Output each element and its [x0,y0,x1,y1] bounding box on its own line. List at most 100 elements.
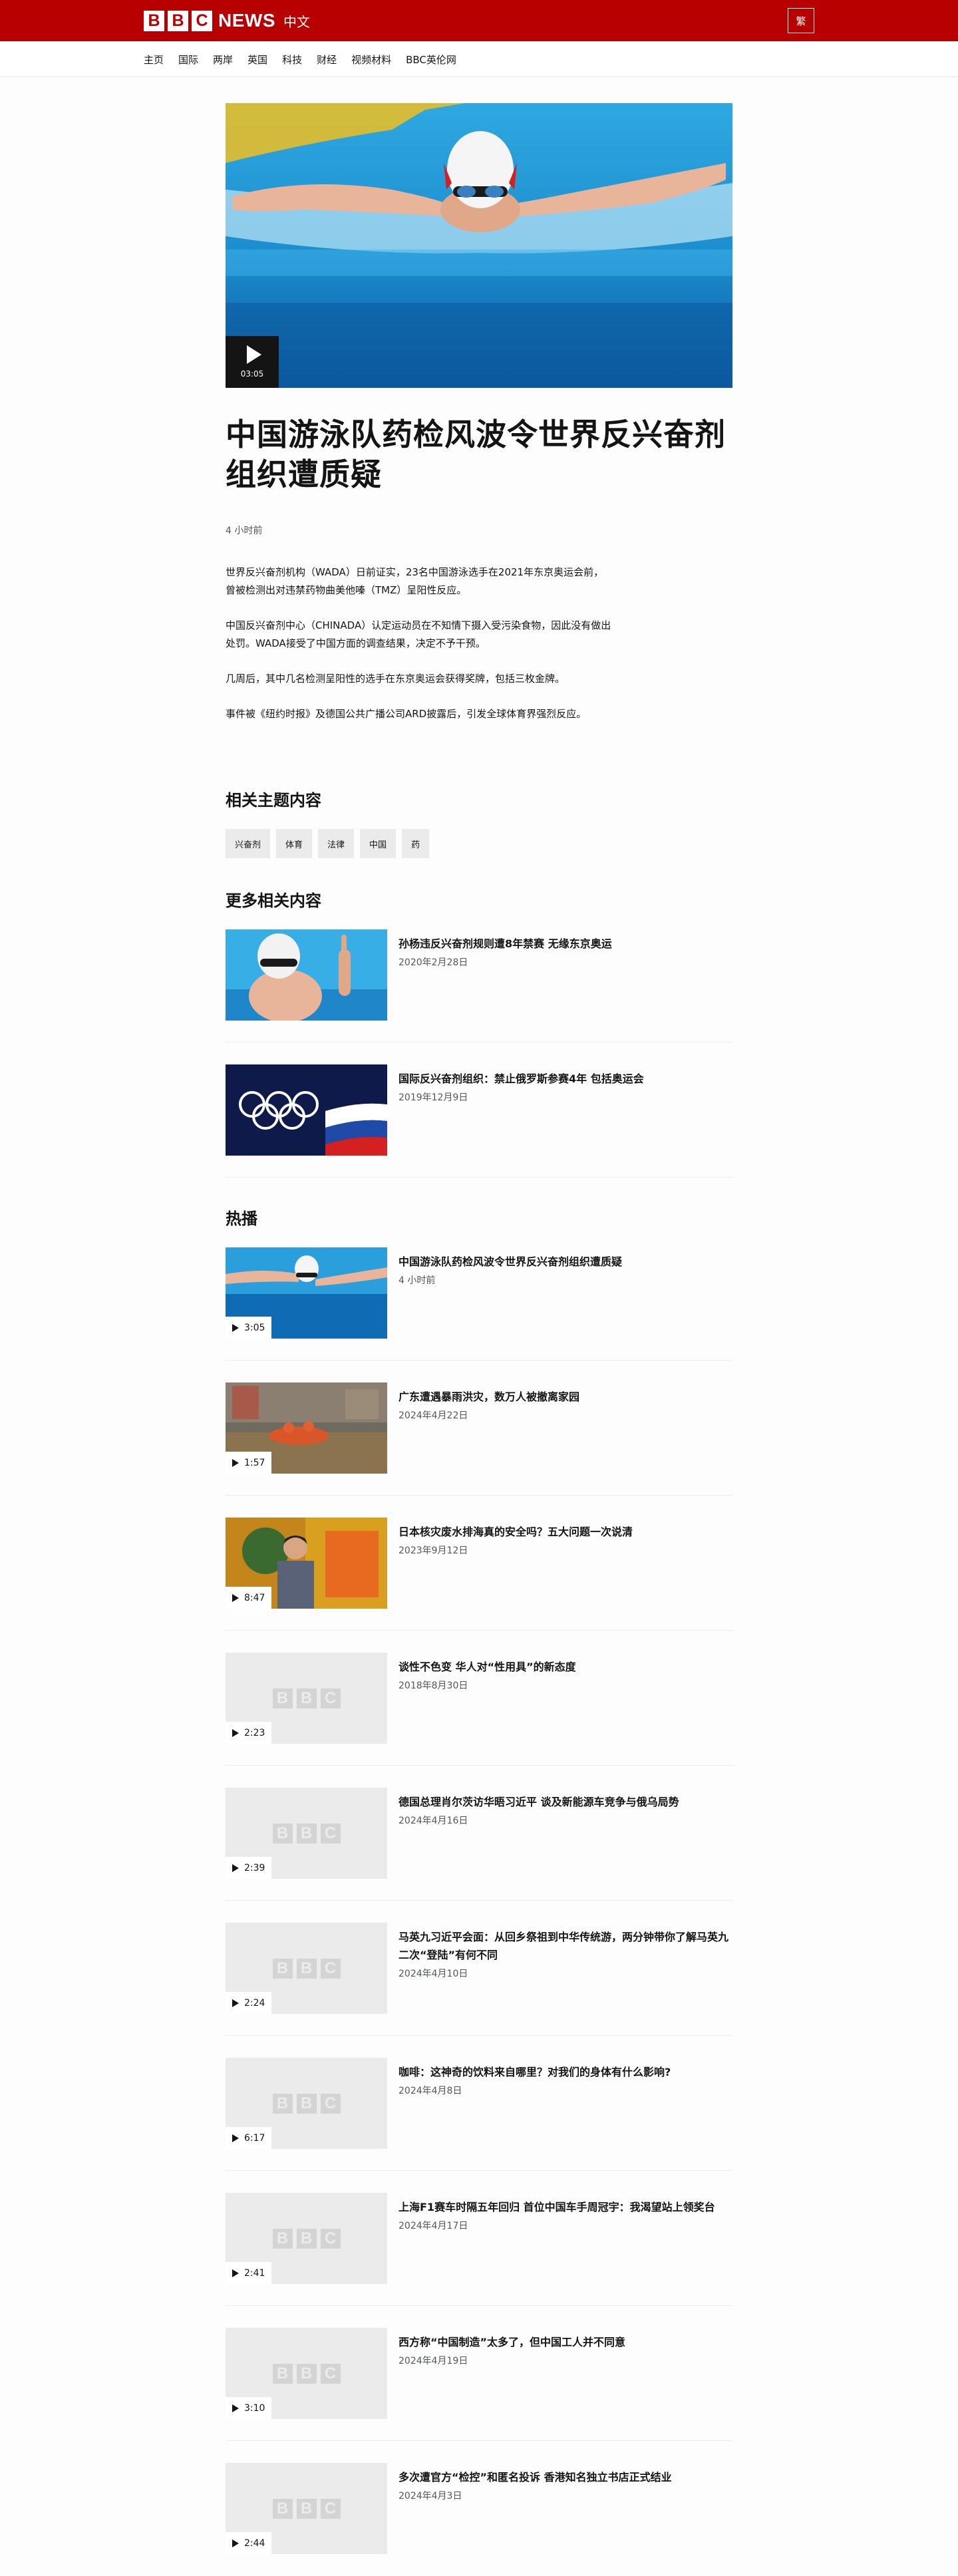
topic-tag-doping[interactable]: 兴奋剂 [226,829,271,858]
video-duration-badge: 1:57 [226,1452,272,1474]
list-item-title[interactable]: 上海F1赛车时隔五年回归 首位中国车手周冠宇：我渴望站上领奖台 [399,2198,731,2216]
more-related-title: 更多相关内容 [226,891,321,910]
list-item[interactable]: 3:05 中国游泳队药检风波令世界反兴奋剂组织遭质疑 4 小时前 [226,1247,732,1361]
list-item[interactable]: BBC 2:23 谈性不色变 华人对“性用具”的新态度 2018年8月30日 [226,1653,732,1766]
placeholder-logo-letter: B [296,1958,317,1979]
video-duration-badge: 8:47 [226,1587,272,1609]
video-duration: 2:24 [244,1997,265,2009]
video-duration-badge: 3:10 [226,2397,272,2419]
video-duration: 2:41 [244,2267,265,2279]
video-duration-badge: 6:17 [226,2127,272,2149]
list-item-title[interactable]: 谈性不色变 华人对“性用具”的新态度 [399,1658,731,1676]
logo-language-text: 中文 [283,13,310,30]
topic-tag-sports[interactable]: 体育 [276,829,313,858]
placeholder-logo-letter: B [272,1823,293,1844]
play-icon [232,1323,239,1332]
olympic-rings-flag-image [226,1064,387,1156]
video-thumbnail: 8:47 [226,1518,387,1609]
video-thumbnail: BBC 3:10 [226,2328,387,2419]
video-thumbnail: BBC 2:39 [226,1788,387,1879]
list-item[interactable]: BBC 2:41 上海F1赛车时隔五年回归 首位中国车手周冠宇：我渴望站上领奖台… [226,2193,732,2306]
bbc-news-logo[interactable]: B B C NEWS 中文 [144,10,310,31]
list-item-title[interactable]: 中国游泳队药检风波令世界反兴奋剂组织遭质疑 [399,1253,731,1271]
list-item-title[interactable]: 咖啡：这神奇的饮料来自哪里？对我们的身体有什么影响? [399,2063,731,2081]
list-item-date: 2020年2月28日 [399,957,468,968]
list-item-title[interactable]: 多次遭官方“检控”和匿名投诉 香港知名独立书店正式结业 [399,2468,731,2486]
more-related-list: 孙杨违反兴奋剂规则遭8年禁赛 无缘东京奥运 2020年2月28日 国际反兴奋剂组… [226,929,732,1178]
list-item-title[interactable]: 马英九习近平会面：从回乡祭祖到中华传统游，两分钟带你了解马英九二次“登陆”有何不… [399,1928,731,1964]
list-item[interactable]: BBC 3:10 西方称“中国制造”太多了，但中国工人并不同意 2024年4月1… [226,2328,732,2441]
placeholder-logo-letter: C [320,1688,341,1708]
list-item[interactable]: 1:57 广东遭遇暴雨洪灾，数万人被撤离家园 2024年4月22日 [226,1382,732,1496]
play-icon [232,1458,239,1467]
main-navigation: 主页 国际 两岸 英国 科技 财经 视频材料 BBC英伦网 [0,41,958,77]
hero-video-player[interactable]: 03:05 [226,103,732,388]
list-item[interactable]: BBC 2:24 马英九习近平会面：从回乡祭祖到中华传统游，两分钟带你了解马英九… [226,1923,732,2036]
placeholder-logo-letter: C [320,2363,341,2384]
related-topics-title: 相关主题内容 [226,791,321,810]
list-item-date: 2024年4月19日 [399,2356,468,2366]
placeholder-logo-letter: B [296,2093,317,2114]
nav-item-home[interactable]: 主页 [144,53,164,67]
list-item-date: 2024年4月10日 [399,1969,468,1979]
nav-item-technology[interactable]: 科技 [282,53,302,67]
nav-item-uk[interactable]: 英国 [247,53,267,67]
play-icon [232,2404,239,2412]
nav-item-bbc-uk-china[interactable]: BBC英伦网 [406,53,456,67]
video-duration: 03:05 [240,369,264,379]
nav-item-video[interactable]: 视频材料 [351,53,391,67]
list-item[interactable]: 国际反兴奋剂组织：禁止俄罗斯参赛4年 包括奥运会 2019年12月9日 [226,1064,732,1178]
topic-tags: 兴奋剂 体育 法律 中国 药 [226,829,732,858]
placeholder-logo-letter: B [272,1688,293,1708]
article-headline: 中国游泳队药检风波令世界反兴奋剂组织遭质疑 [226,416,726,492]
list-item[interactable]: BBC 2:39 德国总理肖尔茨访华晤习近平 谈及新能源车竞争与俄乌局势 202… [226,1788,732,1901]
list-item-date: 2019年12月9日 [399,1092,468,1103]
video-duration-badge: 3:05 [226,1317,272,1339]
article-paragraph: 中国反兴奋剂中心（CHINADA）认定运动员在不知情下摄入受污染食物，因此没有做… [226,619,611,649]
placeholder-logo-letter: B [272,2498,293,2519]
video-duration-badge: 2:24 [226,1992,272,2014]
topic-tag-law[interactable]: 法律 [318,829,355,858]
placeholder-logo-letter: C [320,2228,341,2249]
placeholder-logo-letter: B [296,1688,317,1708]
logo-letter: B [144,10,164,31]
placeholder-logo-letter: B [296,2498,317,2519]
list-item-date: 2024年4月8日 [399,2086,462,2096]
video-thumbnail: BBC 2:44 [226,2463,387,2554]
list-item-title[interactable]: 广东遭遇暴雨洪灾，数万人被撤离家园 [399,1388,731,1406]
play-button[interactable]: 03:05 [226,336,279,388]
list-item-title[interactable]: 孙杨违反兴奋剂规则遭8年禁赛 无缘东京奥运 [399,935,731,953]
article-body: 世界反兴奋剂机构（WADA）日前证实，23名中国游泳选手在2021年东京奥运会前… [226,564,732,723]
list-item-title[interactable]: 日本核灾废水排海真的安全吗？五大问题一次说清 [399,1523,731,1541]
list-item[interactable]: 孙杨违反兴奋剂规则遭8年禁赛 无缘东京奥运 2020年2月28日 [226,929,732,1043]
video-duration-badge: 2:39 [226,1857,272,1879]
video-duration: 3:10 [244,2402,265,2414]
list-item[interactable]: BBC 2:44 多次遭官方“检控”和匿名投诉 香港知名独立书店正式结业 202… [226,2463,732,2576]
list-item-date: 2018年8月30日 [399,1681,468,1691]
placeholder-logo-letter: B [272,1958,293,1979]
play-icon [232,1863,239,1872]
nav-item-world[interactable]: 国际 [178,53,198,67]
topic-tag-china[interactable]: 中国 [360,829,397,858]
topic-tag-drugs[interactable]: 药 [402,829,430,858]
swimmer-thumbnail-image [226,929,387,1021]
play-icon [232,2539,239,2547]
video-duration: 1:57 [244,1457,265,1468]
traditional-chinese-toggle[interactable]: 繁 [788,8,814,33]
nav-item-business[interactable]: 财经 [317,53,337,67]
list-item[interactable]: BBC 6:17 咖啡：这神奇的饮料来自哪里？对我们的身体有什么影响? 2024… [226,2058,732,2171]
video-duration: 3:05 [244,1322,265,1333]
nav-item-china-taiwan[interactable]: 两岸 [213,53,233,67]
list-item-date: 2024年4月16日 [399,1816,468,1826]
list-item-title[interactable]: 国际反兴奋剂组织：禁止俄罗斯参赛4年 包括奥运会 [399,1070,731,1088]
video-duration: 2:23 [244,1727,265,1738]
list-item-title[interactable]: 西方称“中国制造”太多了，但中国工人并不同意 [399,2333,731,2351]
list-item-title[interactable]: 德国总理肖尔茨访华晤习近平 谈及新能源车竞争与俄乌局势 [399,1793,731,1811]
logo-letter: C [192,10,212,31]
placeholder-logo-letter: C [320,1958,341,1979]
sun-yang-thumbnail [226,929,387,1021]
list-item-date: 2024年4月17日 [399,2221,468,2231]
placeholder-logo-letter: B [296,2363,317,2384]
list-item-date: 2024年4月22日 [399,1410,468,1421]
list-item[interactable]: 8:47 日本核灾废水排海真的安全吗？五大问题一次说清 2023年9月12日 [226,1518,732,1631]
